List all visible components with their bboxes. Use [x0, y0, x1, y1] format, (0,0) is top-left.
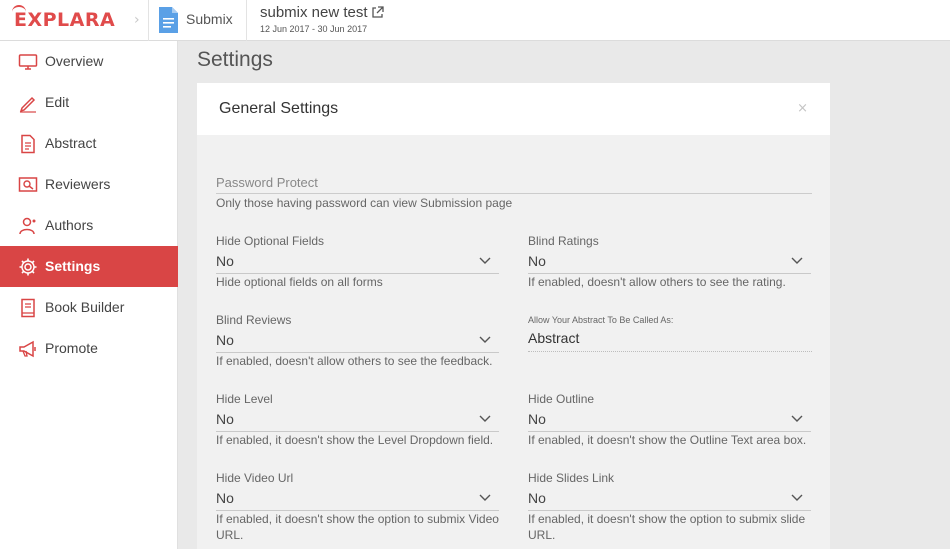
divider — [246, 0, 247, 41]
document-icon[interactable] — [157, 6, 179, 34]
author-icon — [19, 217, 36, 235]
blind-ratings-select[interactable]: No — [528, 252, 811, 274]
chevron-down-icon — [479, 415, 491, 422]
sidebar-item-authors[interactable]: Authors — [0, 205, 178, 246]
abstract-name-input[interactable]: Abstract — [528, 328, 812, 352]
sidebar-item-label: Abstract — [45, 135, 97, 151]
chevron-down-icon — [479, 494, 491, 501]
card-header: General Settings × — [197, 83, 830, 135]
input-value: Abstract — [528, 330, 580, 346]
hide-slides-label: Hide Slides Link — [528, 471, 615, 485]
hide-outline-help: If enabled, it doesn't show the Outline … — [528, 433, 807, 447]
divider — [148, 0, 149, 41]
document-icon — [21, 134, 35, 154]
explara-logo[interactable]: EXPLARA — [12, 5, 116, 31]
password-input[interactable] — [216, 172, 812, 194]
hide-level-select[interactable]: No — [216, 410, 499, 432]
close-icon[interactable]: × — [797, 101, 808, 116]
password-help: Only those having password can view Subm… — [216, 196, 513, 210]
hide-level-help: If enabled, it doesn't show the Level Dr… — [216, 433, 494, 447]
sidebar-item-abstract[interactable]: Abstract — [0, 123, 178, 164]
sidebar-item-label: Settings — [45, 258, 101, 274]
hide-outline-label: Hide Outline — [528, 392, 595, 406]
hide-outline-select[interactable]: No — [528, 410, 811, 432]
blind-reviews-label: Blind Reviews — [216, 313, 292, 327]
sidebar-item-label: Overview — [45, 53, 104, 69]
sidebar-item-label: Edit — [45, 94, 70, 110]
event-dates: 12 Jun 2017 - 30 Jun 2017 — [260, 24, 368, 34]
select-value: No — [528, 411, 546, 427]
logo-arc-icon — [12, 5, 26, 13]
sidebar-item-settings[interactable]: Settings — [0, 246, 178, 287]
book-icon — [21, 298, 35, 318]
hide-slides-help: If enabled, it doesn't show the option t… — [528, 512, 806, 542]
select-value: No — [528, 253, 546, 269]
breadcrumb-submix[interactable]: Submix — [186, 11, 233, 27]
sidebar-item-edit[interactable]: Edit — [0, 82, 178, 123]
hide-optional-select[interactable]: No — [216, 252, 499, 274]
sidebar-item-reviewers[interactable]: Reviewers — [0, 164, 178, 205]
external-link-icon[interactable] — [371, 6, 384, 19]
hide-video-select[interactable]: No — [216, 489, 499, 511]
sidebar-item-label: Book Builder — [45, 299, 125, 315]
blind-ratings-help: If enabled, doesn't allow others to see … — [528, 275, 786, 289]
sidebar-item-book-builder[interactable]: Book Builder — [0, 287, 178, 328]
blind-ratings-label: Blind Ratings — [528, 234, 599, 248]
hide-video-label: Hide Video Url — [216, 471, 294, 485]
sidebar-item-label: Reviewers — [45, 176, 111, 192]
gear-icon — [19, 258, 37, 276]
chevron-down-icon — [791, 415, 803, 422]
chevron-down-icon — [791, 494, 803, 501]
hide-video-help: If enabled, it doesn't show the option t… — [216, 512, 499, 542]
megaphone-icon — [19, 340, 36, 358]
hide-optional-label: Hide Optional Fields — [216, 234, 325, 248]
sidebar-item-promote[interactable]: Promote — [0, 328, 178, 369]
event-title[interactable]: submix new test — [260, 4, 384, 21]
sidebar: Overview Edit Abstract Reviewers Authors — [0, 41, 178, 549]
chevron-down-icon — [479, 257, 491, 264]
general-settings-card: General Settings × Only those having pas… — [197, 83, 830, 549]
event-title-text[interactable]: submix new test — [260, 4, 368, 21]
select-value: No — [528, 490, 546, 506]
abstract-name-label: Allow Your Abstract To Be Called As: — [528, 315, 674, 325]
hide-optional-help: Hide optional fields on all forms — [216, 275, 383, 289]
select-value: No — [216, 490, 234, 506]
select-value: No — [216, 411, 234, 427]
select-value: No — [216, 332, 234, 348]
logo-text: EXPLARA — [14, 9, 116, 31]
select-value: No — [216, 253, 234, 269]
blind-reviews-help: If enabled, doesn't allow others to see … — [216, 354, 493, 368]
top-bar: EXPLARA › Submix submix new test 12 Jun … — [0, 0, 950, 41]
chevron-down-icon — [791, 257, 803, 264]
hide-slides-select[interactable]: No — [528, 489, 811, 511]
sidebar-item-label: Promote — [45, 340, 98, 356]
chevron-right-icon: › — [134, 12, 140, 28]
sidebar-item-label: Authors — [45, 217, 94, 233]
chevron-down-icon — [479, 336, 491, 343]
monitor-icon — [18, 54, 38, 70]
hide-level-label: Hide Level — [216, 392, 273, 406]
pencil-icon — [19, 96, 36, 113]
page-title: Settings — [197, 48, 273, 71]
sidebar-item-overview[interactable]: Overview — [0, 41, 178, 82]
card-title: General Settings — [219, 100, 339, 117]
blind-reviews-select[interactable]: No — [216, 331, 499, 353]
reviewer-icon — [18, 177, 38, 192]
